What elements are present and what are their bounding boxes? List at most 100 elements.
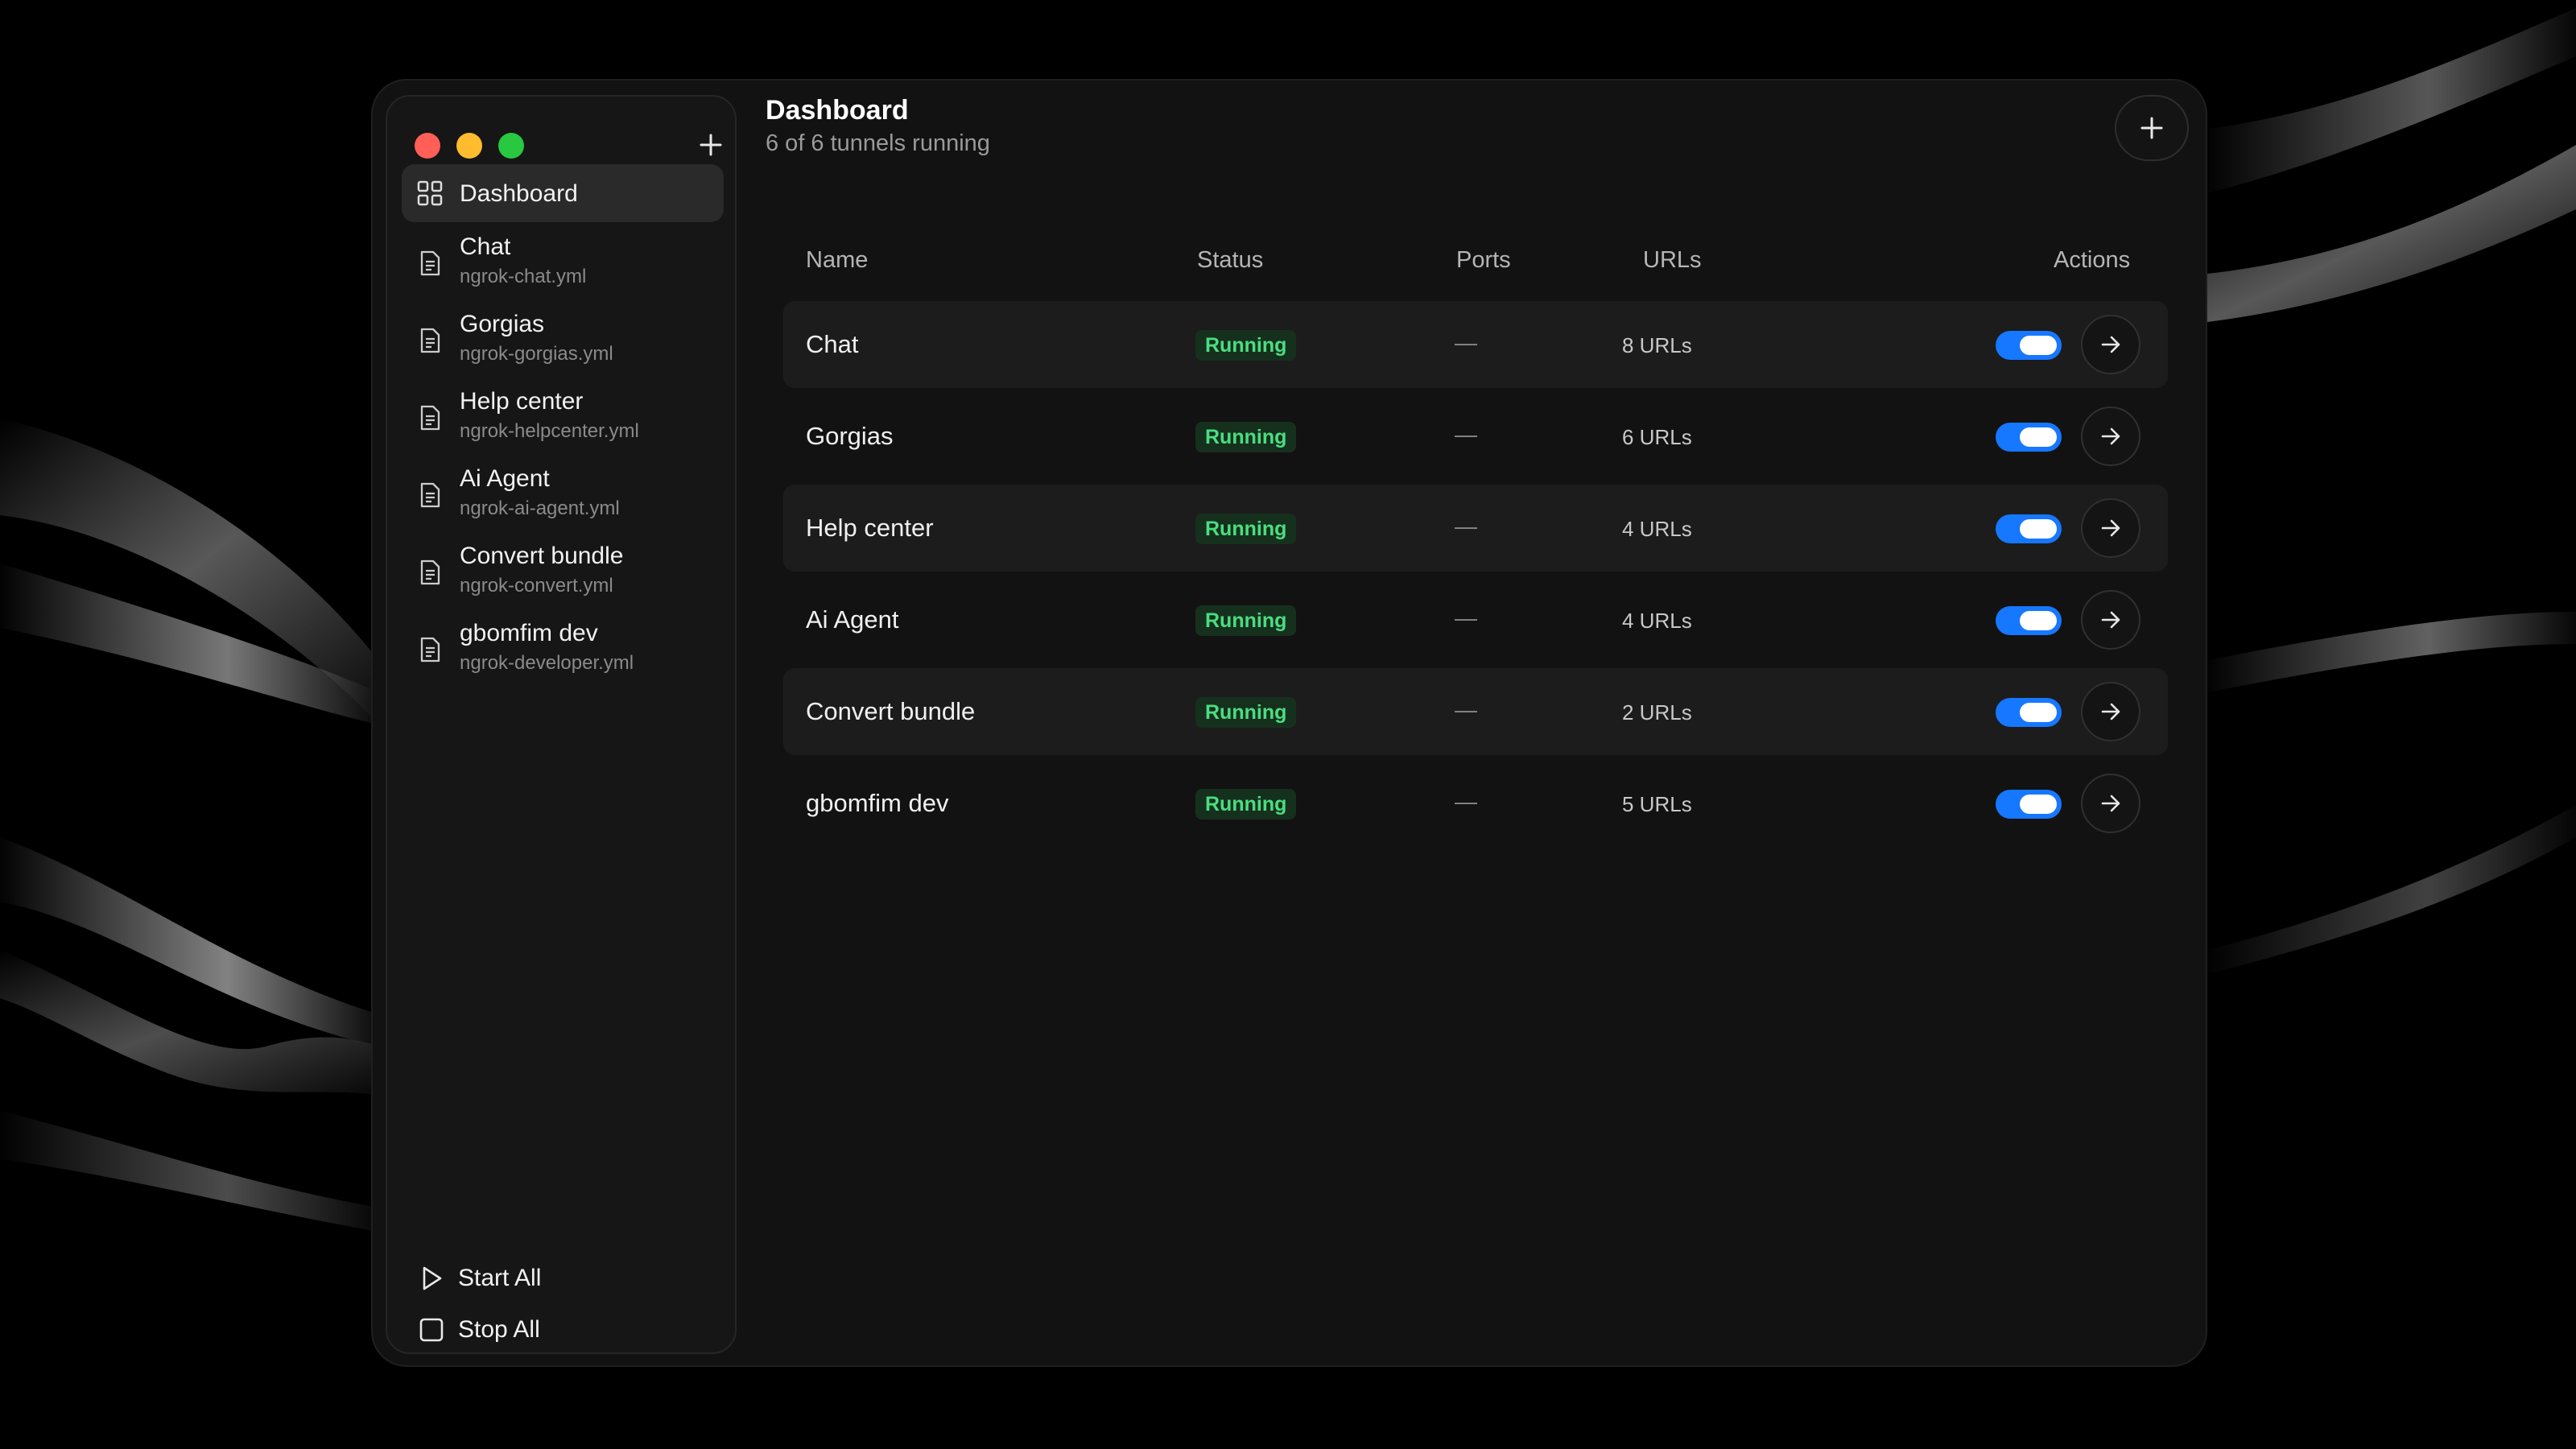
tunnel-urls: 2 URLs [1622,700,1692,724]
toggle-knob [2020,519,2057,539]
file-text-icon [420,250,440,276]
sidebar-item-file: ngrok-gorgias.yml [460,343,613,365]
sidebar-item-label: Convert bundle [460,543,624,569]
tunnel-toggle[interactable] [1996,698,2062,727]
sidebar-item-file: ngrok-developer.yml [460,652,634,674]
arrow-right-icon [2101,795,2120,812]
tunnel-ports: — [1455,330,1477,355]
tunnel-ports: — [1455,789,1477,814]
table-row[interactable]: Chat Running — 8 URLs [783,301,2168,388]
stop-all-button[interactable]: Stop All [418,1312,540,1348]
stop-all-label: Stop All [458,1316,540,1343]
sidebar-item-file: ngrok-convert.yml [460,575,613,597]
sidebar-item-ai-agent[interactable]: Ai Agent ngrok-ai-agent.yml [402,459,724,531]
toggle-knob [2020,336,2057,355]
sidebar-item-label: Dashboard [460,180,578,207]
table-row[interactable]: gbomfim dev Running — 5 URLs [783,760,2168,847]
tunnel-name: Chat [806,330,859,358]
tunnel-toggle[interactable] [1996,790,2062,819]
sidebar-item-gorgias[interactable]: Gorgias ngrok-gorgias.yml [402,304,724,377]
open-tunnel-button[interactable] [2081,590,2140,650]
tunnel-urls: 5 URLs [1622,792,1692,816]
sidebar-item-label: Gorgias [460,311,545,337]
arrow-right-icon [2101,703,2120,720]
table-row[interactable]: Gorgias Running — 6 URLs [783,393,2168,480]
table-row[interactable]: Ai Agent Running — 4 URLs [783,576,2168,663]
tunnel-toggle[interactable] [1996,606,2062,635]
sidebar-item-file: ngrok-helpcenter.yml [460,420,639,442]
arrow-right-icon [2101,336,2120,353]
status-badge: Running [1195,789,1297,819]
toggle-knob [2020,795,2057,814]
tunnel-toggle[interactable] [1996,331,2062,360]
tunnel-ports: — [1455,605,1477,630]
file-text-icon [420,559,440,585]
table-row[interactable]: Convert bundle Running — 2 URLs [783,668,2168,755]
sidebar-item-gbomfim-dev[interactable]: gbomfim dev ngrok-developer.yml [402,613,724,686]
column-header-urls: URLs [1643,247,1702,273]
open-tunnel-button[interactable] [2081,315,2140,374]
file-text-icon [420,405,440,431]
add-tunnel-button[interactable] [2115,95,2189,161]
tunnel-name: Convert bundle [806,697,976,725]
status-badge: Running [1195,605,1297,636]
tunnel-ports: — [1455,697,1477,722]
file-text-icon [420,328,440,353]
column-header-actions: Actions [2054,247,2131,273]
open-tunnel-button[interactable] [2081,498,2140,558]
arrow-right-icon [2101,427,2120,445]
open-tunnel-button[interactable] [2081,774,2140,833]
arrow-right-icon [2101,519,2120,537]
tunnel-name: Ai Agent [806,605,899,634]
toggle-knob [2020,703,2057,722]
sidebar-item-label: Help center [460,388,584,415]
tunnel-toggle[interactable] [1996,423,2062,452]
tunnel-ports: — [1455,422,1477,447]
sidebar: Dashboard Chat ngrok-chat.yml Gorgias ng… [386,95,737,1354]
close-window-button[interactable] [415,133,440,159]
sidebar-item-help-center[interactable]: Help center ngrok-helpcenter.yml [402,382,724,454]
file-text-icon [420,482,440,508]
sidebar-item-label: gbomfim dev [460,620,598,646]
file-text-icon [420,637,440,663]
page-title: Dashboard [766,95,909,126]
tunnel-name: gbomfim dev [806,789,949,817]
minimize-window-button[interactable] [456,133,482,159]
sidebar-item-file: ngrok-chat.yml [460,266,587,287]
grid-icon [417,180,443,206]
app-window: Dashboard Chat ngrok-chat.yml Gorgias ng… [371,79,2207,1367]
plus-icon [2140,117,2163,139]
maximize-window-button[interactable] [498,133,524,159]
tunnel-urls: 4 URLs [1622,517,1692,541]
start-all-button[interactable]: Start All [418,1261,541,1296]
sidebar-item-label: Ai Agent [460,465,550,492]
tunnel-name: Gorgias [806,422,894,450]
arrow-right-icon [2101,611,2120,629]
column-header-ports: Ports [1456,247,1511,273]
tunnel-urls: 8 URLs [1622,333,1692,357]
table-row[interactable]: Help center Running — 4 URLs [783,485,2168,572]
status-badge: Running [1195,330,1297,361]
tunnel-urls: 6 URLs [1622,425,1692,449]
play-icon [423,1266,442,1290]
sidebar-item-file: ngrok-ai-agent.yml [460,497,620,519]
tunnel-urls: 4 URLs [1622,609,1692,633]
status-badge: Running [1195,514,1297,544]
sidebar-item-chat[interactable]: Chat ngrok-chat.yml [402,227,724,299]
toggle-knob [2020,427,2057,447]
start-all-label: Start All [458,1265,542,1291]
column-header-status: Status [1197,247,1264,273]
sidebar-item-convert-bundle[interactable]: Convert bundle ngrok-convert.yml [402,536,724,609]
sidebar-add-button[interactable] [696,130,725,159]
plus-icon [700,134,722,156]
sidebar-item-label: Chat [460,233,511,260]
status-badge: Running [1195,422,1297,452]
tunnel-name: Help center [806,514,934,542]
open-tunnel-button[interactable] [2081,682,2140,741]
status-badge: Running [1195,697,1297,728]
toggle-knob [2020,611,2057,630]
open-tunnel-button[interactable] [2081,407,2140,466]
tunnel-toggle[interactable] [1996,514,2062,543]
page-subtitle: 6 of 6 tunnels running [766,130,990,156]
sidebar-item-dashboard[interactable]: Dashboard [402,164,724,222]
